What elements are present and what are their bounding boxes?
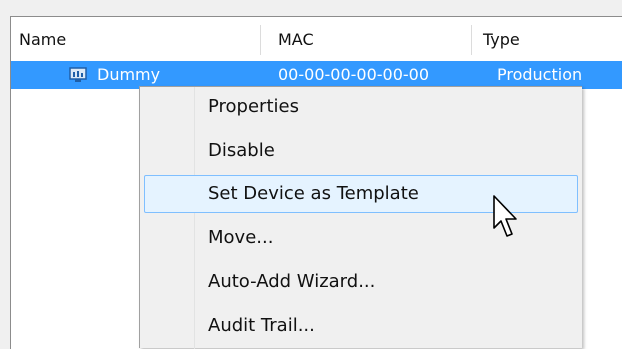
menu-item-label: Properties: [208, 96, 299, 117]
menu-item-label: Auto-Add Wizard...: [208, 271, 376, 292]
menu-item-auto-add-wizard[interactable]: Auto-Add Wizard...: [144, 263, 578, 301]
column-header-name[interactable]: Name: [11, 25, 261, 55]
list-header: Name MAC Type: [11, 25, 622, 55]
menu-item-properties[interactable]: Properties: [144, 88, 578, 126]
menu-item-label: Set Device as Template: [208, 183, 419, 204]
menu-item-audit-trail[interactable]: Audit Trail...: [144, 307, 578, 345]
mouse-pointer-icon: [493, 195, 517, 237]
table-row[interactable]: Dummy 00-00-00-00-00-00 Production: [11, 61, 622, 89]
menu-item-label: Move...: [208, 227, 274, 248]
column-header-mac[interactable]: MAC: [261, 25, 472, 55]
menu-item-disable[interactable]: Disable: [144, 132, 578, 170]
menu-item-label: Disable: [208, 140, 275, 161]
device-mac-cell: 00-00-00-00-00-00: [278, 65, 430, 84]
device-name-cell: Dummy: [97, 65, 161, 84]
column-header-type[interactable]: Type: [472, 25, 622, 55]
network-device-icon: [69, 67, 87, 82]
menu-item-label: Audit Trail...: [208, 315, 315, 336]
device-type-cell: Production: [497, 65, 583, 84]
